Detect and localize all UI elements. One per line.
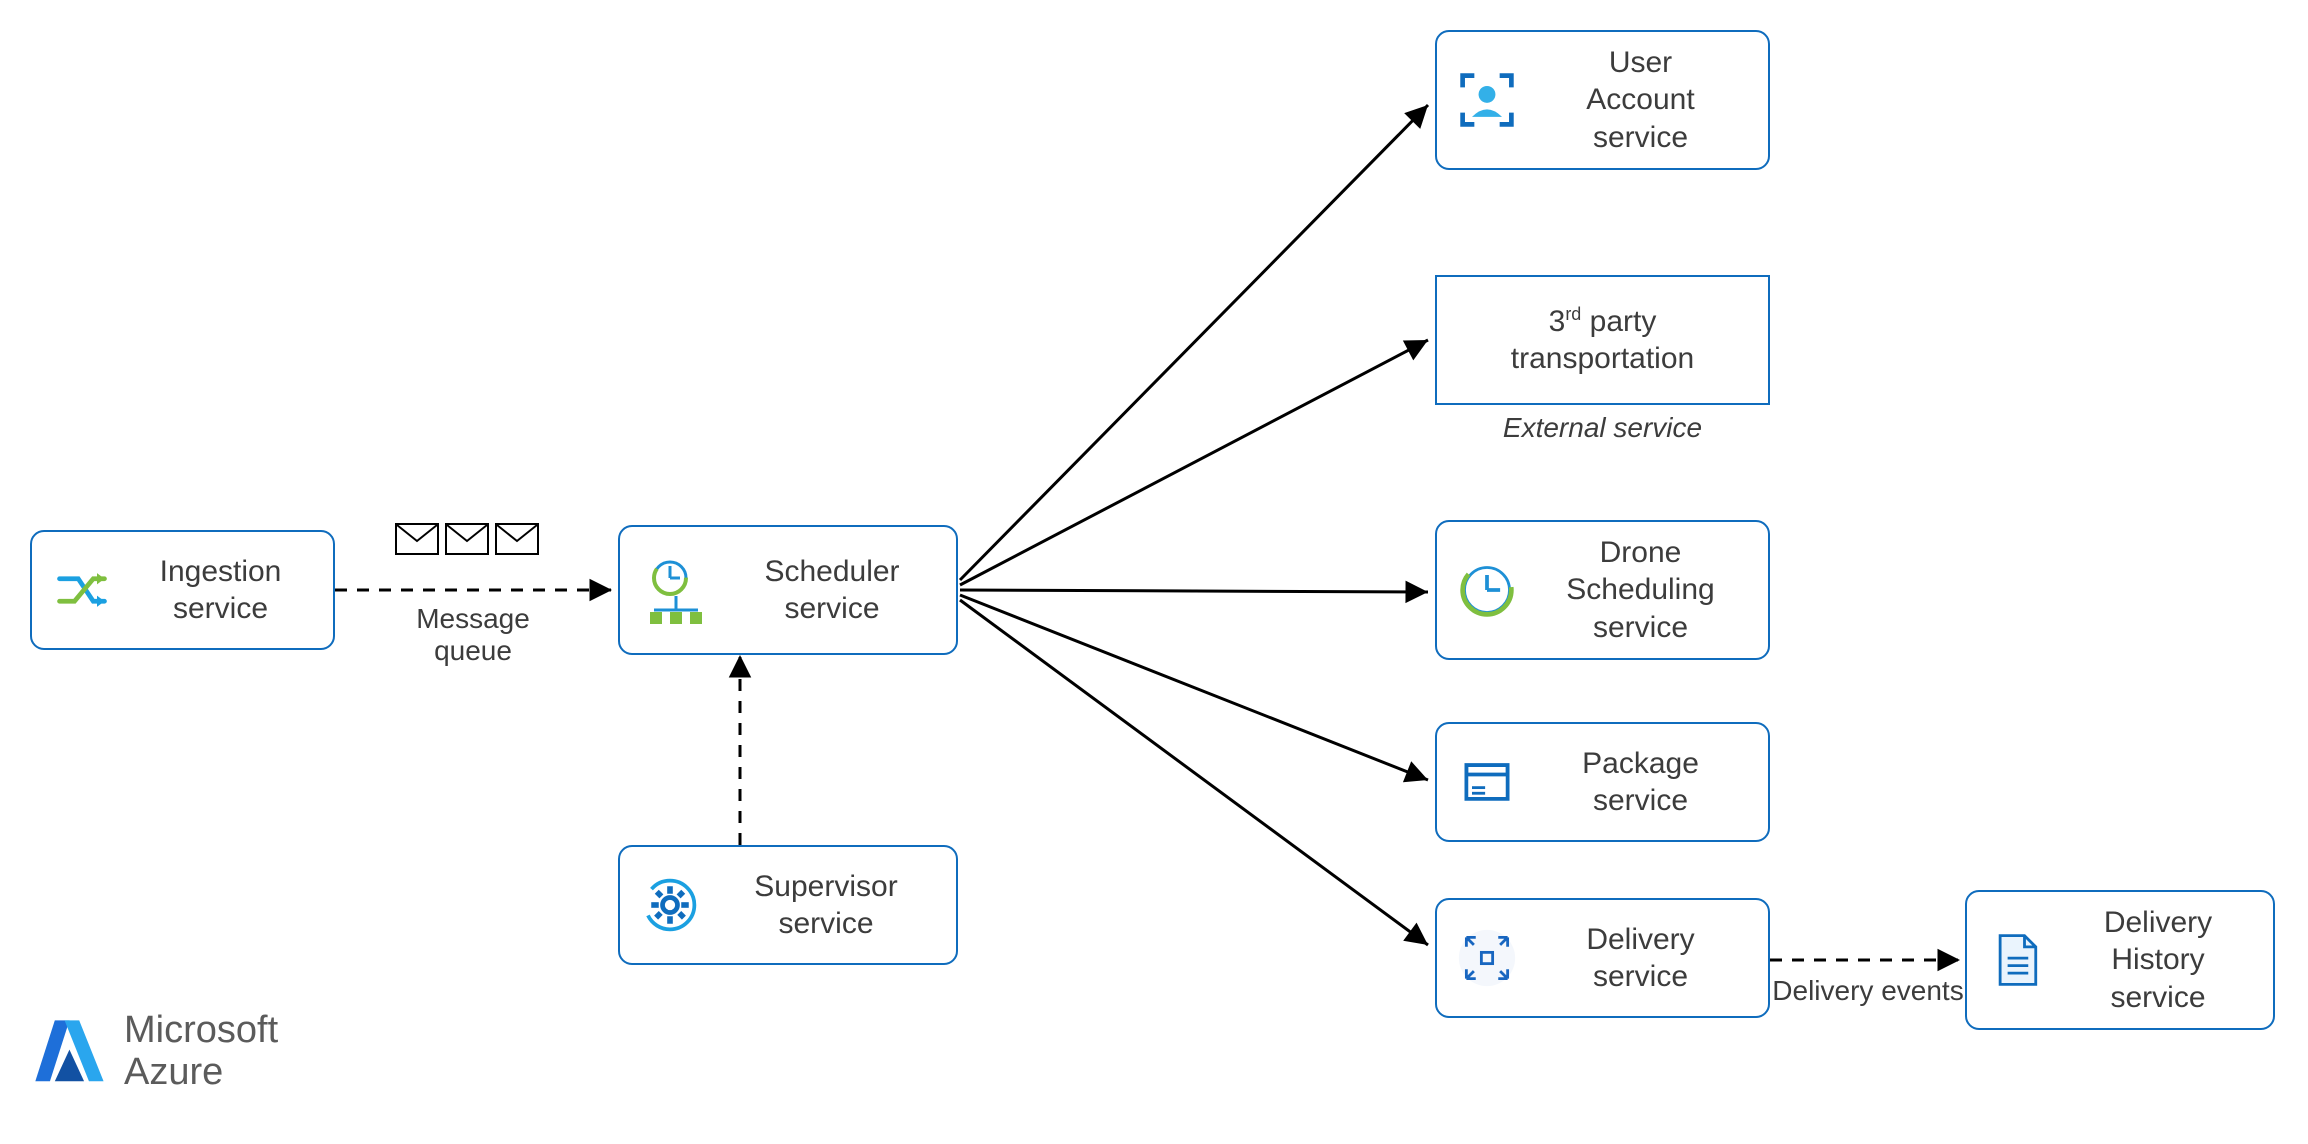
caption-external-service: External service <box>1435 412 1770 444</box>
node-label: Packageservice <box>1533 745 1748 820</box>
document-icon <box>1987 930 2047 990</box>
node-label: DeliveryHistoryservice <box>2063 904 2253 1017</box>
caption-delivery-events: Delivery events <box>1768 975 1968 1007</box>
package-box-icon <box>1457 752 1517 812</box>
user-focus-icon <box>1457 70 1517 130</box>
node-delivery-service: Deliveryservice <box>1435 898 1770 1018</box>
node-supervisor-service: Supervisorservice <box>618 845 958 965</box>
node-label: 3rd partytransportation <box>1447 303 1758 378</box>
expand-arrows-icon <box>1457 928 1517 988</box>
clock-cycle-icon <box>1457 560 1517 620</box>
envelope-icon <box>395 523 439 555</box>
azure-logo-icon <box>28 1013 106 1091</box>
gear-cycle-icon <box>640 875 700 935</box>
node-label: Deliveryservice <box>1533 921 1748 996</box>
connectors-layer <box>0 0 2308 1144</box>
node-label: Schedulerservice <box>728 553 936 628</box>
node-label: UserAccountservice <box>1533 44 1748 157</box>
node-drone-scheduling-service: DroneSchedulingservice <box>1435 520 1770 660</box>
node-third-party-transportation: 3rd partytransportation <box>1435 275 1770 405</box>
node-ingestion-service: Ingestionservice <box>30 530 335 650</box>
caption-message-queue: Messagequeue <box>378 603 568 667</box>
brand-line-2: Azure <box>124 1052 278 1094</box>
envelope-icon <box>445 523 489 555</box>
message-queue-icons <box>395 523 539 555</box>
node-label: Ingestionservice <box>128 553 313 628</box>
envelope-icon <box>495 523 539 555</box>
shuffle-icon <box>52 560 112 620</box>
scheduler-icon <box>640 554 712 626</box>
node-package-service: Packageservice <box>1435 722 1770 842</box>
node-user-account-service: UserAccountservice <box>1435 30 1770 170</box>
brand-line-1: Microsoft <box>124 1010 278 1052</box>
architecture-diagram: Ingestionservice Messagequeue Schedulers… <box>0 0 2308 1144</box>
node-label: DroneSchedulingservice <box>1533 534 1748 647</box>
node-label: Supervisorservice <box>716 868 936 943</box>
azure-logo-text: Microsoft Azure <box>124 1010 278 1094</box>
node-scheduler-service: Schedulerservice <box>618 525 958 655</box>
node-delivery-history-service: DeliveryHistoryservice <box>1965 890 2275 1030</box>
azure-logo: Microsoft Azure <box>28 1010 278 1094</box>
